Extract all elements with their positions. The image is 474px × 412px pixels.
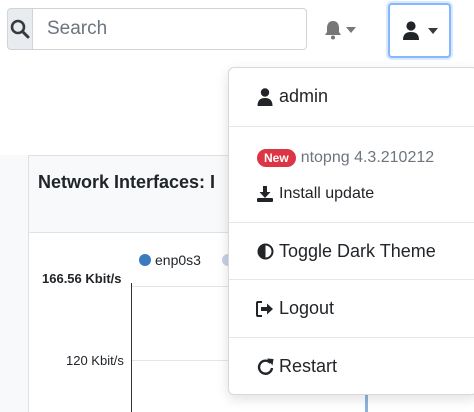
menu-item-label: admin bbox=[279, 86, 329, 106]
menu-item-user[interactable]: admin bbox=[229, 86, 474, 107]
new-badge: New bbox=[257, 149, 296, 167]
legend-dot-icon bbox=[139, 254, 151, 266]
menu-item-label: Restart bbox=[279, 356, 338, 376]
menu-item-restart[interactable]: Restart bbox=[229, 356, 474, 377]
legend-label: enp0s3 bbox=[155, 252, 201, 268]
chevron-down-icon bbox=[427, 27, 438, 34]
user-menu-toggle[interactable] bbox=[388, 3, 451, 58]
chevron-down-icon bbox=[346, 27, 356, 33]
menu-divider bbox=[229, 279, 474, 280]
search-button[interactable] bbox=[7, 8, 33, 50]
legend-item[interactable]: enp0s3 bbox=[139, 252, 201, 268]
user-dropdown-menu: admin New ntopng 4.3.210212 Install upda… bbox=[228, 67, 474, 395]
version-info: New ntopng 4.3.210212 bbox=[229, 149, 474, 167]
menu-item-label: Install update bbox=[279, 185, 375, 202]
panel-left-column bbox=[0, 155, 29, 412]
sign-out-icon bbox=[256, 300, 274, 317]
user-icon bbox=[402, 20, 419, 40]
grid-line bbox=[132, 286, 232, 287]
search-input[interactable] bbox=[33, 8, 307, 50]
user-icon bbox=[256, 87, 274, 106]
notifications-toggle[interactable] bbox=[324, 20, 356, 40]
y-tick-label: 166.56 Kbit/s bbox=[42, 271, 122, 286]
y-tick-label: 120 Kbit/s bbox=[66, 353, 124, 368]
menu-divider bbox=[229, 126, 474, 127]
bell-icon bbox=[325, 21, 341, 40]
menu-item-install-update[interactable]: Install update bbox=[229, 185, 474, 203]
menu-item-toggle-theme[interactable]: Toggle Dark Theme bbox=[229, 241, 474, 262]
y-axis bbox=[131, 283, 132, 412]
menu-item-label: Toggle Dark Theme bbox=[279, 241, 436, 261]
menu-divider bbox=[229, 222, 474, 223]
redo-icon bbox=[256, 358, 274, 375]
menu-item-logout[interactable]: Logout bbox=[229, 298, 474, 319]
search-group bbox=[7, 8, 307, 50]
download-icon bbox=[256, 186, 274, 202]
menu-divider bbox=[229, 337, 474, 338]
search-icon bbox=[10, 19, 30, 39]
panel-title: Network Interfaces: I bbox=[38, 172, 216, 192]
version-label: ntopng 4.3.210212 bbox=[300, 149, 435, 166]
grid-line bbox=[132, 360, 232, 361]
menu-item-label: Logout bbox=[279, 298, 335, 318]
half-circle-icon bbox=[256, 243, 274, 260]
